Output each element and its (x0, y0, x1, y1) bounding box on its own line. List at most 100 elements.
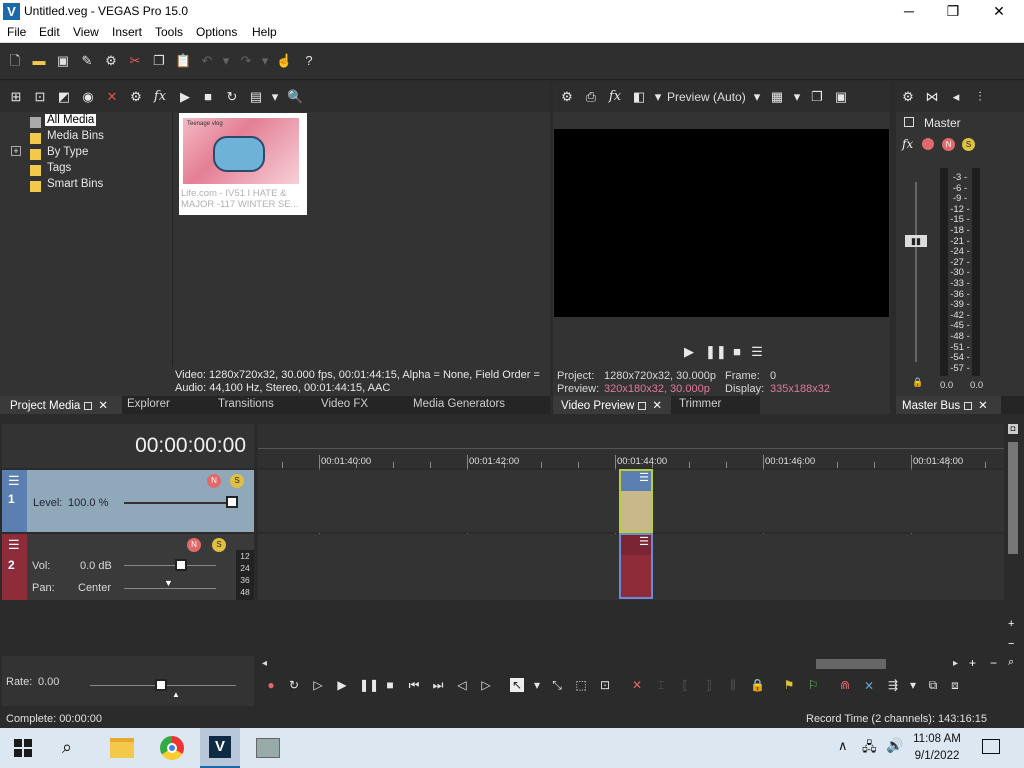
tab-video-fx[interactable]: Video FX (321, 398, 368, 410)
scroll-right-icon[interactable]: ▸ (953, 658, 958, 669)
solo-icon[interactable]: S (212, 538, 226, 552)
paste-icon[interactable]: 📋 (175, 53, 191, 69)
rate-slider-handle[interactable] (155, 679, 167, 691)
lock-icon[interactable]: 🔒 (912, 377, 923, 388)
search-icon[interactable]: ⌕ (62, 737, 72, 758)
envelope-tool-icon[interactable]: ⤡ (550, 678, 564, 692)
close-tab-icon[interactable]: ✕ (978, 398, 988, 412)
go-to-end-icon[interactable]: ⏭ (431, 678, 445, 692)
pause-icon[interactable]: ❚❚ (359, 678, 379, 692)
views-dropdown-icon[interactable]: ▾ (267, 89, 283, 105)
menu-view[interactable]: View (73, 25, 99, 39)
audio-track-header[interactable]: ☰ 2 N S Vol: 0.0 dB Pan: Center ▼ 12 24 … (2, 534, 254, 600)
region-icon[interactable]: ⚐ (806, 678, 820, 692)
mute-icon[interactable]: N (942, 138, 955, 151)
delete-icon[interactable]: ✕ (630, 678, 644, 692)
expand-icon[interactable]: + (11, 146, 21, 156)
stop-icon[interactable]: ■ (729, 344, 745, 360)
tree-smart-bins[interactable]: Smart Bins (47, 178, 103, 190)
go-to-start-icon[interactable]: ⏮ (407, 678, 421, 692)
play-icon[interactable]: ▶ (681, 344, 697, 360)
mute-icon[interactable]: N (207, 474, 221, 488)
media-properties-icon[interactable]: ⚙ (128, 89, 144, 105)
remove-media-icon[interactable]: ✕ (104, 89, 120, 105)
trim-start-icon[interactable]: ⟦ (678, 678, 692, 692)
master-properties-icon[interactable]: ⚙ (900, 89, 916, 105)
trim-end-icon[interactable]: ⟧ (702, 678, 716, 692)
menu-edit[interactable]: Edit (39, 25, 60, 39)
file-explorer-icon[interactable] (110, 738, 134, 758)
rate-reset-marker[interactable]: ▲ (172, 690, 180, 699)
overlays-grid-icon[interactable]: ▦ (769, 89, 785, 105)
copy-snapshot-icon[interactable]: ❐ (809, 89, 825, 105)
undo-dropdown-icon[interactable]: ▾ (218, 53, 234, 69)
zoom-in-vertical-icon[interactable]: + (1008, 618, 1014, 630)
tree-by-type[interactable]: By Type (47, 146, 88, 158)
capture-video-icon[interactable]: ⊡ (32, 89, 48, 105)
ripple-dropdown-icon[interactable]: ▾ (906, 678, 920, 692)
copy-icon[interactable]: ❐ (151, 53, 167, 69)
solo-icon[interactable]: S (230, 474, 244, 488)
master-checkbox[interactable] (904, 117, 914, 127)
save-icon[interactable]: ▣ (55, 53, 71, 69)
show-hidden-icons-icon[interactable]: ∧ (838, 738, 848, 754)
zoom-magnifier-icon[interactable]: ⌕ (1008, 656, 1014, 669)
tree-tags[interactable]: Tags (47, 162, 71, 174)
mute-icon[interactable]: N (187, 538, 201, 552)
trim-icon[interactable]: ⌶ (654, 678, 668, 692)
loop-playback-icon[interactable]: ↻ (287, 678, 301, 692)
pan-slider-handle[interactable]: ▼ (164, 578, 173, 588)
clip-menu-icon[interactable]: ☰ (621, 471, 651, 491)
zoom-in-icon[interactable]: + (969, 656, 976, 670)
automation-icon[interactable] (922, 138, 934, 150)
stop-preview-icon[interactable]: ■ (200, 89, 216, 105)
dim-output-icon[interactable]: ◂ (948, 89, 964, 105)
preview-menu-icon[interactable]: ☰ (749, 344, 765, 360)
edit-tool-dropdown-icon[interactable]: ▾ (530, 678, 544, 692)
tab-master-bus[interactable]: Master Bus ✕ (896, 396, 1001, 414)
undo-icon[interactable]: ↶ (199, 53, 215, 69)
auto-preview-icon[interactable]: ↻ (224, 89, 240, 105)
master-fx-icon[interactable]: fx (902, 137, 913, 151)
normal-edit-tool-icon[interactable]: ↖ (510, 678, 524, 692)
volume-icon[interactable]: 🔊 (886, 737, 903, 754)
lock-icon[interactable]: 🔒 (750, 678, 765, 692)
play-icon[interactable]: ▶ (335, 678, 349, 692)
cut-icon[interactable]: ✂ (127, 53, 143, 69)
mixer-icon[interactable]: ⫶ (972, 89, 988, 105)
notifications-icon[interactable] (982, 739, 1000, 754)
whats-this-help-icon[interactable]: ☝ (276, 53, 292, 69)
menu-file[interactable]: File (7, 25, 26, 39)
preview-properties-icon[interactable]: ⚙ (559, 89, 575, 105)
menu-help[interactable]: Help (252, 25, 277, 39)
views-icon[interactable]: ▤ (248, 89, 264, 105)
vertical-scrollbar[interactable]: ◘ (1006, 424, 1020, 554)
vol-slider-handle[interactable] (175, 559, 187, 571)
video-output-fx-icon[interactable]: fx (607, 89, 623, 105)
menu-insert[interactable]: Insert (112, 25, 142, 39)
vegas-taskbar-button[interactable]: V (200, 728, 240, 768)
media-fx-icon[interactable]: fx (152, 89, 168, 105)
quality-dropdown-icon[interactable]: ▾ (749, 89, 765, 105)
get-photo-icon[interactable]: ◩ (56, 89, 72, 105)
start-preview-icon[interactable]: ▶ (177, 89, 193, 105)
next-frame-icon[interactable]: ▷ (479, 678, 493, 692)
snap-icon[interactable]: ◘ (1008, 424, 1018, 434)
ripple-edit-icon[interactable]: ⇶ (886, 678, 900, 692)
zoom-out-vertical-icon[interactable]: − (1008, 638, 1014, 650)
track-menu-icon[interactable]: ☰ (8, 473, 20, 489)
minimize-button[interactable]: ─ (886, 0, 932, 23)
overlays-dropdown-icon[interactable]: ▾ (789, 89, 805, 105)
selection-tool-icon[interactable]: ⬚ (574, 678, 588, 692)
redo-dropdown-icon[interactable]: ▾ (257, 53, 273, 69)
play-from-start-icon[interactable]: ▷ (311, 678, 325, 692)
video-track-header[interactable]: ☰ 1 N S Level: 100.0 % (2, 470, 254, 532)
auto-crossfade-icon[interactable]: ⨯ (862, 678, 876, 692)
save-snapshot-icon[interactable]: ▣ (833, 89, 849, 105)
downmix-icon[interactable]: ⋈ (924, 89, 940, 105)
zoom-tool-icon[interactable]: ⊡ (598, 678, 612, 692)
media-thumbnail[interactable]: Teenage vlog Life.com - IV51 I HATE & MA… (179, 113, 307, 215)
maximize-button[interactable]: ❐ (930, 0, 976, 23)
open-icon[interactable]: ▬ (31, 53, 47, 69)
zoom-out-icon[interactable]: − (990, 656, 997, 670)
